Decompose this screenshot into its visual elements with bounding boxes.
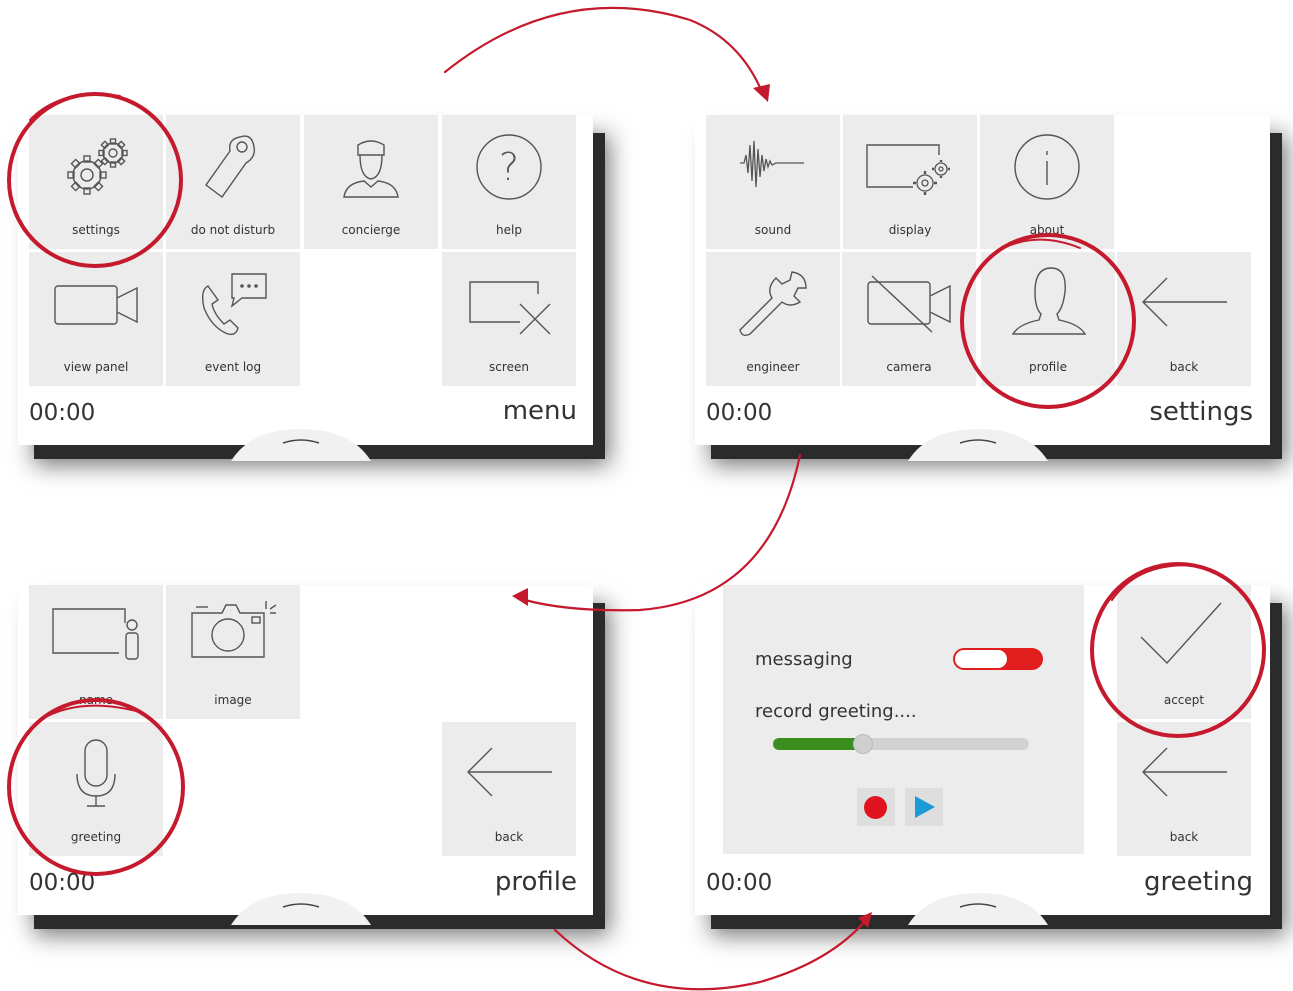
tile-engineer[interactable]: engineer — [706, 252, 840, 386]
back-arrow-icon — [467, 747, 552, 797]
tile-label: display — [888, 223, 932, 237]
back-arrow-icon — [1142, 277, 1227, 327]
waveform-icon — [740, 140, 804, 188]
tile-label: settings — [72, 223, 120, 237]
tile-label: accept — [1163, 693, 1205, 707]
arrowhead-icon — [753, 84, 770, 102]
tile-label: concierge — [341, 223, 401, 237]
tile-accept[interactable]: accept — [1117, 585, 1251, 719]
tile-label: do not disturb — [190, 223, 276, 237]
tile-profile[interactable]: profile — [981, 252, 1115, 386]
door-hanger-icon — [205, 135, 256, 198]
svg-text:?: ? — [499, 145, 519, 189]
tile-screen[interactable]: screen — [442, 252, 576, 386]
flow-arrow-profile-to-greeting — [553, 918, 868, 991]
greeting-settings-panel: messaging record greeting.... — [723, 585, 1084, 854]
tile-sound[interactable]: sound — [706, 115, 840, 249]
play-button[interactable] — [905, 788, 943, 826]
tile-label: sound — [754, 223, 792, 237]
tile-camera[interactable]: camera — [842, 252, 976, 386]
tile-label: back — [494, 830, 524, 844]
tile-label: image — [214, 693, 252, 707]
tile-view-panel[interactable]: view panel — [29, 252, 163, 386]
photo-camera-icon — [191, 601, 277, 658]
pull-up-handle[interactable] — [908, 885, 1048, 925]
tile-label: about — [1029, 223, 1065, 237]
record-button[interactable] — [857, 788, 895, 826]
pull-up-handle[interactable] — [908, 421, 1048, 461]
tile-back[interactable]: back — [1117, 252, 1251, 386]
tile-help[interactable]: ? help — [442, 115, 576, 249]
record-icon — [864, 796, 887, 819]
tile-label: engineer — [746, 360, 800, 374]
messaging-label: messaging — [755, 649, 853, 670]
greeting-screen: messaging record greeting.... accept bac… — [695, 585, 1270, 925]
tile-greeting[interactable]: greeting — [29, 722, 163, 856]
greeting-progress-bar[interactable] — [773, 734, 1029, 754]
microphone-icon — [76, 739, 116, 807]
profile-screen: name image greeting back 00:00 profile — [18, 585, 593, 925]
video-camera-icon — [54, 285, 138, 325]
tile-label: camera — [886, 360, 932, 374]
gears-icon — [67, 138, 128, 195]
progress-fill — [773, 738, 863, 750]
display-gear-icon — [866, 144, 950, 195]
menu-screen: settings do not disturb concierge ? help — [18, 115, 593, 461]
record-greeting-label: record greeting.... — [755, 701, 917, 722]
concierge-icon — [343, 140, 399, 198]
tile-back[interactable]: back — [1117, 722, 1251, 856]
phone-chat-icon — [201, 273, 267, 336]
clock: 00:00 — [706, 870, 773, 896]
wrench-icon — [739, 271, 807, 337]
screen-title: greeting — [1143, 867, 1253, 897]
settings-screen: sound display about engineer camera prof… — [695, 115, 1270, 461]
screen-title: settings — [1149, 397, 1253, 427]
pull-up-handle[interactable] — [231, 421, 371, 461]
tile-label: name — [78, 693, 114, 707]
screen-off-icon — [469, 281, 551, 335]
tile-label: profile — [1029, 360, 1067, 374]
tile-event-log[interactable]: event log — [166, 252, 300, 386]
tile-image[interactable]: image — [166, 585, 300, 719]
pull-up-handle[interactable] — [231, 885, 371, 925]
back-arrow-icon — [1142, 747, 1227, 797]
person-icon — [1011, 267, 1087, 335]
tile-label: view panel — [63, 360, 129, 374]
play-icon — [915, 796, 935, 818]
messaging-toggle[interactable] — [953, 648, 1043, 670]
tile-label: back — [1169, 360, 1199, 374]
screen-title: menu — [502, 396, 577, 426]
tile-do-not-disturb[interactable]: do not disturb — [166, 115, 300, 249]
clock: 00:00 — [29, 400, 96, 426]
tile-label: screen — [489, 360, 529, 374]
info-icon — [1014, 134, 1080, 200]
check-icon — [1140, 602, 1222, 665]
tile-name[interactable]: name — [29, 585, 163, 719]
tile-label: greeting — [70, 830, 122, 844]
tile-label: help — [496, 223, 522, 237]
tile-concierge[interactable]: concierge — [304, 115, 438, 249]
tile-label: back — [1169, 830, 1199, 844]
progress-knob[interactable] — [853, 734, 873, 754]
tile-about[interactable]: about — [980, 115, 1114, 249]
tile-label: event log — [204, 360, 262, 374]
tile-back[interactable]: back — [442, 722, 576, 856]
clock: 00:00 — [29, 870, 96, 896]
tile-settings[interactable]: settings — [29, 115, 163, 249]
screen-title: profile — [494, 867, 577, 897]
name-card-icon — [52, 608, 139, 660]
camera-off-icon — [867, 275, 951, 333]
flow-arrow-menu-to-settings — [443, 6, 764, 94]
tile-display[interactable]: display — [843, 115, 977, 249]
clock: 00:00 — [706, 400, 773, 426]
help-icon: ? — [476, 134, 542, 200]
